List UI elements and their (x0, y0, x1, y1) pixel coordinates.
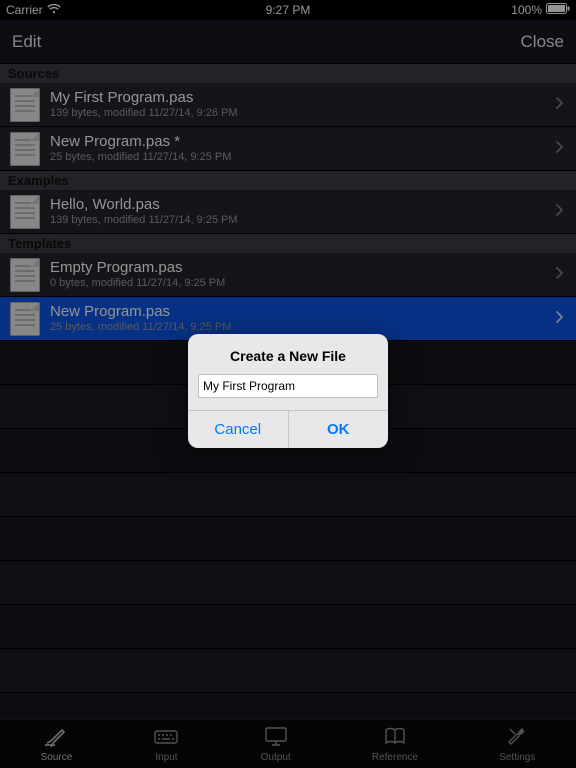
new-file-alert: Create a New File Cancel OK (188, 334, 388, 448)
cancel-button[interactable]: Cancel (188, 411, 288, 448)
filename-input[interactable] (198, 374, 378, 398)
alert-title: Create a New File (188, 334, 388, 370)
ok-button[interactable]: OK (288, 411, 389, 448)
